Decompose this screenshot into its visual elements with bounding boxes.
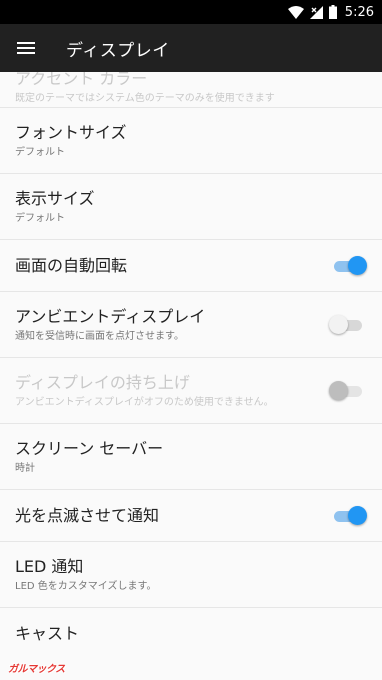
ambient-display-toggle[interactable]	[329, 314, 365, 335]
page-title: ディスプレイ	[66, 40, 170, 61]
setting-ambient-display[interactable]: アンビエントディスプレイ 通知を受信時に画面を点灯させます。	[0, 292, 382, 358]
watermark-logo: ガルマックス	[8, 664, 65, 675]
toggle-thumb	[348, 255, 367, 275]
setting-label: 表示サイズ	[15, 188, 95, 208]
auto-rotate-toggle[interactable]	[331, 255, 367, 276]
cell-signal-icon	[309, 5, 323, 19]
toggle-thumb	[348, 505, 367, 525]
setting-screen-saver[interactable]: スクリーン セーバー 時計	[0, 424, 382, 490]
setting-pulse-notification-light[interactable]: 光を点滅させて通知	[0, 490, 382, 542]
toggle-thumb	[329, 380, 348, 400]
setting-led-notification[interactable]: LED 通知 LED 色をカスタマイズします。	[0, 542, 382, 608]
app-toolbar: ディスプレイ	[0, 24, 382, 72]
setting-summary: 時計	[15, 462, 35, 474]
setting-summary: デフォルト	[15, 146, 65, 158]
status-bar: 5:26	[0, 0, 382, 24]
setting-summary: デフォルト	[15, 212, 65, 224]
setting-summary: アンビエントディスプレイがオフのため使用できません。	[15, 396, 274, 408]
toggle-thumb	[329, 314, 348, 334]
setting-label: 光を点滅させて通知	[15, 505, 160, 525]
status-time: 5:26	[344, 4, 374, 20]
setting-label: 画面の自動回転	[15, 255, 128, 275]
wifi-icon	[287, 5, 304, 19]
hamburger-menu-icon[interactable]	[0, 24, 52, 72]
pulse-light-toggle[interactable]	[331, 505, 367, 526]
setting-label: アクセント カラー	[15, 72, 148, 88]
settings-list[interactable]: アクセント カラー 既定のテーマではシステム色のテーマのみを使用できます フォン…	[0, 72, 382, 680]
setting-label: スクリーン セーバー	[15, 438, 164, 458]
setting-cast[interactable]: キャスト	[0, 608, 382, 660]
setting-display-size[interactable]: 表示サイズ デフォルト	[0, 174, 382, 240]
setting-label: アンビエントディスプレイ	[15, 306, 206, 326]
lift-to-wake-toggle	[329, 380, 365, 401]
setting-summary: 既定のテーマではシステム色のテーマのみを使用できます	[15, 92, 275, 104]
setting-summary: 通知を受信時に画面を点灯させます。	[15, 330, 184, 342]
setting-accent-color: アクセント カラー 既定のテーマではシステム色のテーマのみを使用できます	[0, 72, 382, 108]
setting-label: フォントサイズ	[15, 122, 127, 142]
battery-icon	[328, 5, 337, 19]
setting-label: キャスト	[15, 624, 80, 643]
setting-font-size[interactable]: フォントサイズ デフォルト	[0, 108, 382, 174]
setting-auto-rotate[interactable]: 画面の自動回転	[0, 240, 382, 292]
setting-lift-to-wake: ディスプレイの持ち上げ アンビエントディスプレイがオフのため使用できません。	[0, 358, 382, 424]
setting-label: ディスプレイの持ち上げ	[15, 372, 190, 392]
setting-summary: LED 色をカスタマイズします。	[15, 580, 157, 592]
setting-label: LED 通知	[15, 556, 84, 576]
